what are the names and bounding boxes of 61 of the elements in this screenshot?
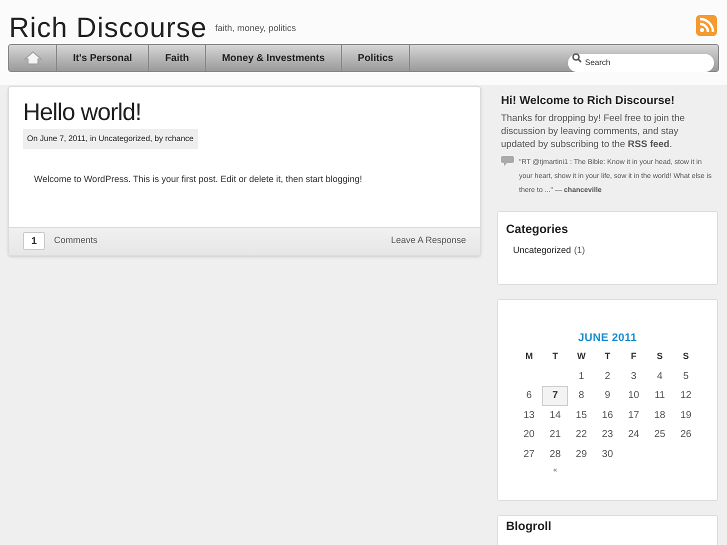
calendar-title: JUNE 2011 (577, 331, 638, 346)
post-title[interactable]: Hello world! (23, 101, 466, 125)
welcome-title: Hi! Welcome to Rich Discourse! (501, 94, 676, 109)
nav-menu-item[interactable]: It's Personal (57, 45, 150, 71)
comments-label: Comments (54, 234, 98, 248)
nav-menu-item[interactable]: Faith (149, 45, 206, 71)
site-tagline: faith, money, politics (215, 22, 296, 35)
leave-response-link[interactable]: Leave A Response (390, 234, 466, 248)
nav-menu-item[interactable]: Politics (342, 45, 410, 71)
post-body: Welcome to WordPress. This is your first post. Edit or delete it, then start blogging! (34, 173, 364, 186)
calendar-day: 13 (516, 405, 542, 426)
rss-feed-icon[interactable] (696, 15, 717, 36)
calendar-day: 9 (594, 386, 621, 406)
calendar-day: 25 (646, 424, 673, 445)
weekday-label: F (630, 350, 638, 363)
calendar-day: 24 (620, 424, 647, 445)
search-field[interactable]: Search (568, 54, 714, 72)
calendar-day: 30 (594, 444, 621, 464)
calendar-day: 7 (542, 386, 568, 406)
category-count: (1) (574, 244, 586, 258)
calendar-day: 3 (620, 366, 647, 386)
weekday-label: S (656, 350, 664, 363)
calendar-day: 16 (594, 405, 621, 426)
calendar-day: 6 (516, 386, 542, 406)
calendar-day: 10 (620, 386, 647, 406)
weekday-label: T (551, 350, 559, 363)
calendar-day: 22 (568, 424, 594, 445)
calendar-day: 29 (568, 444, 594, 464)
calendar-day: 15 (568, 405, 594, 426)
categories-title: Categories (506, 221, 570, 238)
calendar-day: 21 (542, 424, 568, 445)
speech-bubble-icon (501, 156, 514, 166)
calendar-day: 14 (542, 405, 568, 426)
calendar-day: 18 (646, 405, 673, 426)
calendar-day: 2 (594, 366, 621, 386)
calendar-day: 26 (672, 424, 699, 445)
calendar-day: 17 (620, 405, 647, 426)
welcome-text: Thanks for dropping by! Feel free to join the discussion by leaving comments, and stay updated by subscribing to the RSS feed. (501, 112, 686, 152)
weekday-label: W (576, 350, 587, 363)
calendar-day: 1 (568, 366, 594, 386)
weekday-label: S (682, 350, 690, 363)
calendar-day: 11 (646, 386, 673, 406)
weekday-label: T (604, 350, 612, 363)
calendar-day: 5 (672, 366, 699, 386)
search-icon (572, 53, 582, 63)
home-icon (24, 51, 42, 65)
blogroll-title: Blogroll (506, 519, 552, 534)
calendar-day: 19 (672, 405, 699, 426)
calendar-day: 27 (516, 444, 542, 464)
calendar-day: 12 (672, 386, 699, 406)
nav-menu-item[interactable]: Money & Investments (206, 45, 342, 71)
post-meta: On June 7, 2011, in Uncategorized, by rchance (23, 129, 198, 149)
calendar-day: 20 (516, 424, 542, 445)
calendar-day: 4 (646, 366, 673, 386)
category-link[interactable]: Uncategorized (513, 244, 572, 258)
calendar-day: 8 (568, 386, 594, 406)
calendar-day: 23 (594, 424, 621, 445)
weekday-label: M (524, 350, 534, 363)
site-title[interactable]: Rich Discourse (9, 14, 208, 42)
comment-count[interactable]: 1 (23, 232, 45, 250)
calendar-day: 28 (542, 444, 568, 464)
